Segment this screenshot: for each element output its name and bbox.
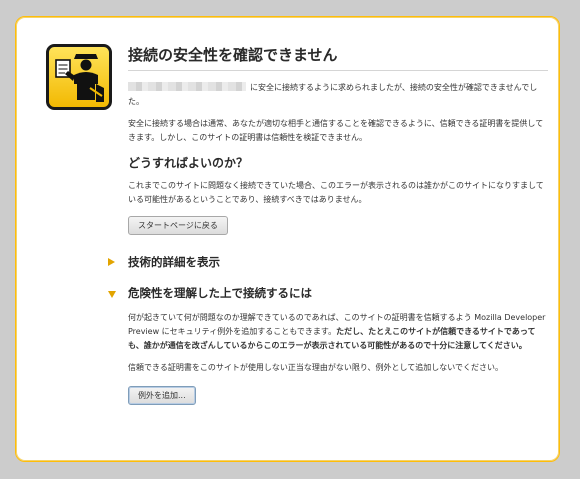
expert-content-expander[interactable]: 危険性を理解した上で接続するには — [108, 285, 548, 301]
what-to-do-heading: どうすればよいのか？ — [128, 156, 249, 170]
error-content: 接続の安全性を確認できません に安全に接続するように求められましたが、接続の安全… — [108, 45, 548, 405]
get-me-out-button[interactable]: スタートページに戻る — [128, 216, 228, 235]
intro-text: に安全に接続するように求められましたが、接続の安全性が確認できませんでした。 — [128, 81, 548, 109]
expert-text: 何が起きていて何が問題なのか理解できているのであれば、このサイトの証明書を信頼す… — [128, 311, 548, 353]
hostname-redacted — [128, 82, 246, 91]
technical-details-expander[interactable]: 技術的詳細を表示 — [108, 254, 548, 270]
page-title: 接続の安全性を確認できません — [128, 45, 548, 71]
collapse-arrow-icon — [108, 291, 116, 298]
error-page-container: 接続の安全性を確認できません に安全に接続するように求められましたが、接続の安全… — [15, 16, 560, 462]
technical-details-label: 技術的詳細を表示 — [128, 255, 220, 269]
expert-text-2: 信頼できる証明書をこのサイトが使用しない正当な理由がない限り、例外として追加しな… — [128, 363, 504, 372]
expert-content-label: 危険性を理解した上で接続するには — [128, 286, 312, 300]
certificate-error-icon — [46, 44, 112, 110]
what-to-do-text: これまでこのサイトに問題なく接続できていた場合、このエラーが表示されるのは誰かが… — [128, 181, 544, 204]
normal-info-text: 安全に接続する場合は通常、あなたが適切な相手と通信することを確認できるように、信… — [128, 119, 544, 142]
expand-arrow-icon — [108, 258, 115, 266]
add-exception-button[interactable]: 例外を追加... — [128, 386, 196, 405]
